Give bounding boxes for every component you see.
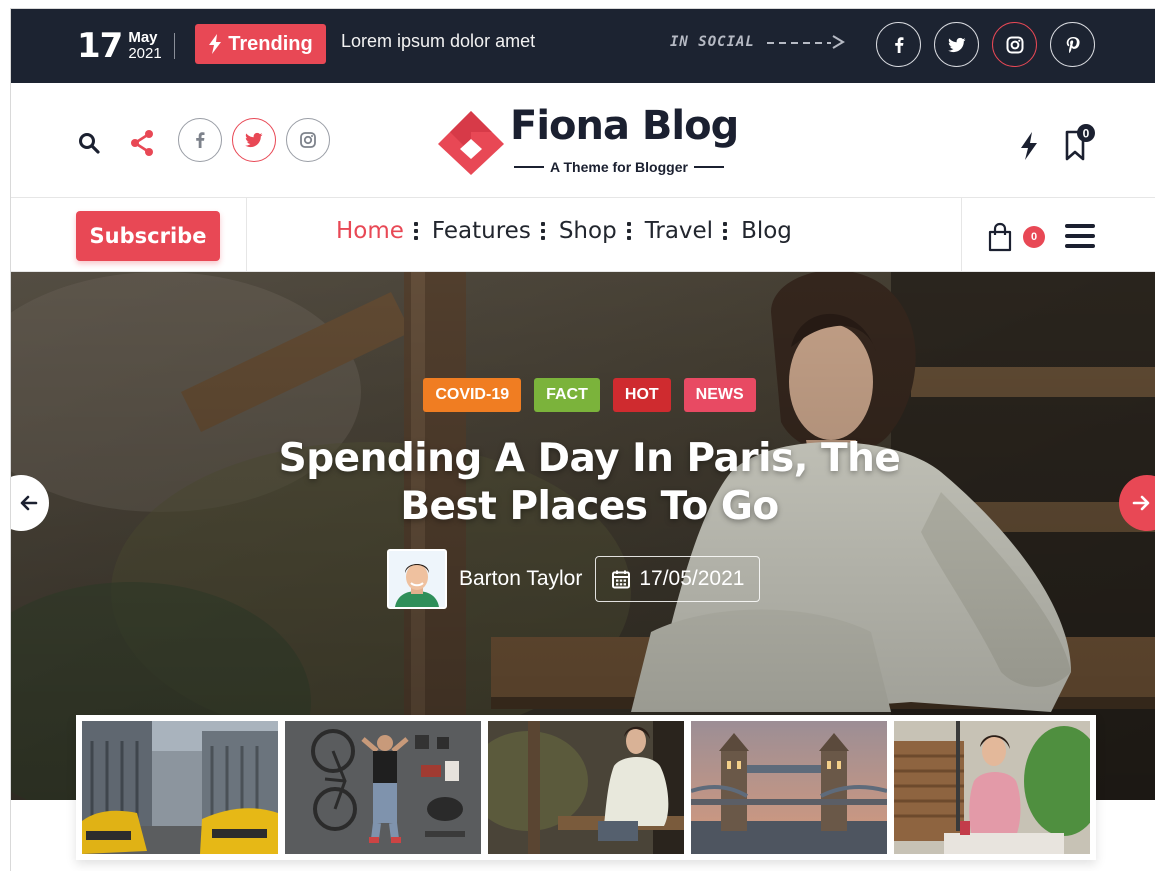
thumbnail-tower-bridge[interactable]	[691, 721, 887, 854]
facebook-icon	[196, 132, 205, 148]
header-facebook-link[interactable]	[178, 118, 222, 162]
thumbnail-image	[894, 721, 1090, 854]
pinterest-icon	[1066, 36, 1080, 53]
bolt-icon[interactable]	[1019, 131, 1039, 161]
post-tags: COVID-19 FACT HOT NEWS	[11, 378, 1155, 412]
menu-label: Blog	[741, 218, 792, 244]
facebook-link[interactable]	[876, 22, 921, 67]
divider	[961, 198, 962, 272]
dropdown-dots-icon	[723, 222, 728, 240]
thumbnail-image	[82, 721, 278, 854]
tagline-rule	[514, 166, 544, 168]
post-date: 17/05/2021	[595, 556, 761, 602]
menu-label: Shop	[558, 218, 617, 244]
date-year: 2021	[128, 45, 162, 62]
twitter-icon	[245, 132, 263, 148]
bolt-icon	[209, 34, 222, 54]
thumbnail-image	[285, 721, 481, 854]
current-date: 17 May 2021	[77, 24, 162, 68]
calendar-icon	[612, 570, 631, 589]
thumbnail-image	[691, 721, 887, 854]
menu-item-shop[interactable]: Shop	[559, 218, 645, 244]
shopping-bag-icon[interactable]	[987, 222, 1013, 252]
search-icon[interactable]	[78, 132, 100, 154]
brand-tagline: A Theme for Blogger	[514, 159, 724, 175]
site-logo[interactable]: Fiona Blog A Theme for Blogger	[436, 103, 739, 179]
page-frame: 17 May 2021 Trending Lorem ipsum dolor a…	[10, 8, 1155, 871]
instagram-icon	[1006, 36, 1023, 53]
header-social-links	[178, 118, 330, 162]
cart-count-badge: 0	[1023, 226, 1045, 248]
menu-item-features[interactable]: Features	[432, 218, 559, 244]
slider-thumbnails	[76, 715, 1096, 860]
hamburger-menu-icon[interactable]	[1065, 224, 1095, 248]
menu-label: Home	[336, 218, 404, 244]
author-avatar[interactable]	[387, 549, 447, 609]
divider	[174, 33, 175, 59]
main-navigation: Subscribe Home Features Shop Travel Blog	[11, 197, 1155, 272]
in-social: IN SOCIAL	[670, 33, 849, 51]
top-bar: 17 May 2021 Trending Lorem ipsum dolor a…	[11, 9, 1155, 83]
tagline-text: A Theme for Blogger	[550, 159, 688, 175]
post-meta: Barton Taylor 17/05/2021	[387, 549, 761, 609]
thumbnail-woman-cafe[interactable]	[894, 721, 1090, 854]
menu-label: Travel	[644, 218, 714, 244]
author-name[interactable]: Barton Taylor	[459, 567, 582, 591]
thumbnail-city-taxis[interactable]	[82, 721, 278, 854]
tag-news[interactable]: NEWS	[683, 378, 756, 412]
arrow-right-icon	[1132, 495, 1150, 511]
menu-item-travel[interactable]: Travel	[645, 218, 741, 244]
trending-label: Trending	[228, 32, 313, 55]
pinterest-link[interactable]	[1050, 22, 1095, 67]
bookmark-icon: 0	[1065, 124, 1095, 161]
post-date-text: 17/05/2021	[639, 567, 745, 590]
menu: Home Features Shop Travel Blog	[336, 218, 792, 244]
header-twitter-link[interactable]	[232, 118, 276, 162]
dropdown-dots-icon	[540, 222, 545, 240]
thumbnail-image	[488, 721, 684, 854]
bookmark-count: 0	[1083, 127, 1090, 141]
brand-name: Fiona Blog	[510, 103, 739, 149]
date-month: May	[128, 29, 158, 46]
thumbnail-flatlay-bike[interactable]	[285, 721, 481, 854]
tag-covid-19[interactable]: COVID-19	[423, 378, 522, 412]
divider	[246, 198, 247, 272]
tag-fact[interactable]: FACT	[534, 378, 600, 412]
menu-item-home[interactable]: Home	[336, 218, 432, 244]
arrow-left-icon	[20, 495, 38, 511]
twitter-icon	[947, 37, 965, 52]
subscribe-button[interactable]: Subscribe	[76, 211, 220, 261]
in-social-label: IN SOCIAL	[670, 34, 755, 50]
instagram-link[interactable]	[992, 22, 1037, 67]
avatar-image	[389, 551, 445, 607]
dropdown-dots-icon	[413, 222, 418, 240]
post-title[interactable]: Spending A Day In Paris, The Best Places…	[231, 435, 948, 531]
bookmark-button[interactable]: 0	[1063, 123, 1097, 163]
site-header: Fiona Blog A Theme for Blogger 0	[11, 83, 1155, 197]
instagram-icon	[300, 132, 316, 148]
share-icon[interactable]	[129, 129, 155, 157]
top-social-links	[876, 22, 1095, 67]
thumbnail-woman-stairs[interactable]	[488, 721, 684, 854]
trending-badge[interactable]: Trending	[195, 24, 326, 64]
dropdown-dots-icon	[626, 222, 631, 240]
twitter-link[interactable]	[934, 22, 979, 67]
header-instagram-link[interactable]	[286, 118, 330, 162]
date-day: 17	[77, 26, 123, 66]
menu-label: Features	[431, 218, 531, 244]
tag-hot[interactable]: HOT	[612, 378, 671, 412]
dashed-arrow-icon	[766, 35, 845, 49]
logo-diamond-icon	[438, 111, 504, 175]
menu-item-blog[interactable]: Blog	[741, 218, 792, 244]
tagline-rule	[693, 166, 724, 168]
facebook-icon	[894, 36, 903, 53]
trending-ticker[interactable]: Lorem ipsum dolor amet	[341, 31, 535, 52]
